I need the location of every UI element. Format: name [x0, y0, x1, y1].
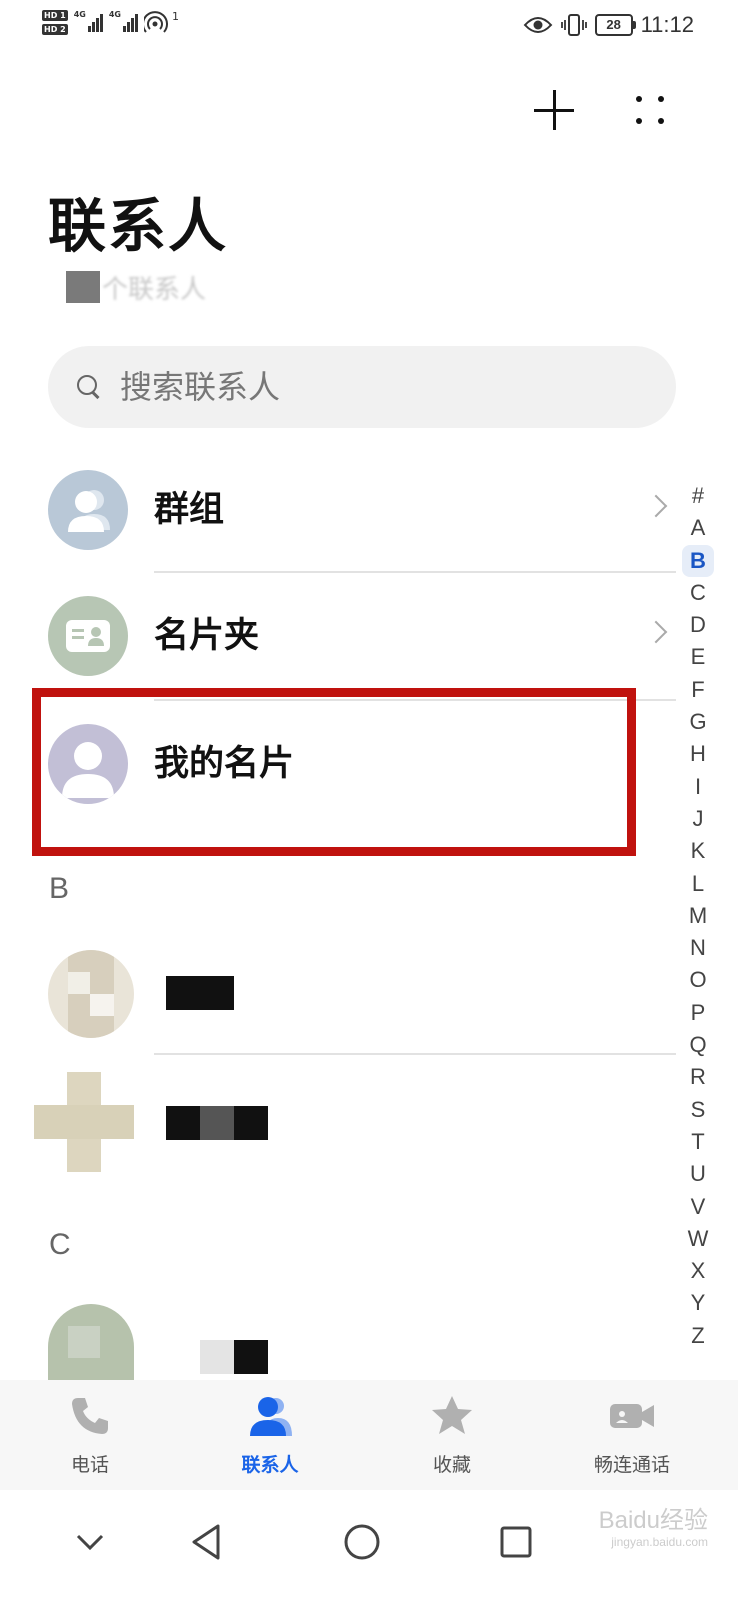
index-letter[interactable]: E	[682, 641, 714, 673]
redacted-name	[166, 976, 234, 1010]
redacted-name	[234, 1106, 268, 1140]
signal-1-icon: 4G	[74, 10, 103, 32]
tab-favorites-label: 收藏	[432, 1454, 471, 1476]
collapse-chevron-icon[interactable]	[60, 1512, 120, 1572]
index-letter[interactable]: C	[682, 577, 714, 609]
tab-contacts[interactable]: 联系人	[200, 1392, 340, 1488]
hotspot-count: 1	[171, 10, 179, 23]
redacted-name	[200, 1340, 234, 1374]
redacted-name	[166, 1106, 200, 1140]
phone-icon	[66, 1392, 114, 1440]
contacts-icon	[246, 1392, 294, 1440]
index-letter[interactable]: O	[682, 964, 714, 996]
section-header-b: B	[49, 872, 70, 905]
clock: 11:12	[640, 12, 694, 37]
card-holder-row[interactable]: 名片夹	[48, 572, 678, 700]
tab-contacts-label: 联系人	[241, 1454, 299, 1476]
back-icon[interactable]	[178, 1512, 238, 1572]
battery-icon: 28	[594, 14, 636, 36]
page-title: 联系人	[48, 192, 229, 260]
contact-count: 个联系人	[66, 270, 206, 305]
redacted-name	[200, 1106, 234, 1140]
status-right: 28 11:12	[523, 12, 694, 38]
tab-favorites[interactable]: 收藏	[382, 1392, 522, 1488]
search-bar[interactable]	[48, 346, 676, 428]
index-letter[interactable]: L	[682, 868, 714, 900]
highlight-box	[32, 688, 636, 856]
index-letter[interactable]: Q	[682, 1029, 714, 1061]
groups-label: 群组	[154, 490, 225, 530]
chevron-right-icon	[644, 620, 668, 644]
index-letter[interactable]: N	[682, 932, 714, 964]
index-letter[interactable]: X	[682, 1255, 714, 1287]
eye-icon	[523, 17, 552, 33]
more-options-icon[interactable]	[630, 92, 670, 132]
recents-icon[interactable]	[486, 1512, 546, 1572]
divider	[154, 1053, 676, 1055]
tab-meetime-label: 畅连通话	[593, 1454, 670, 1476]
chevron-right-icon	[644, 494, 668, 518]
sim2-indicator: HD 2	[42, 24, 68, 35]
index-letter[interactable]: U	[682, 1158, 714, 1190]
redacted-name	[234, 1340, 268, 1374]
hotspot-icon	[143, 11, 168, 33]
tab-phone-label: 电话	[70, 1454, 109, 1476]
video-call-icon	[608, 1392, 656, 1440]
section-header-c: C	[49, 1228, 71, 1261]
contact-avatar	[34, 1072, 134, 1172]
alphabet-index[interactable]: # A B C D E F G H I J K L M N O P Q R S T U V W X Y Z	[680, 480, 716, 1352]
contact-avatar	[48, 1304, 134, 1380]
status-left: HD 1 HD 2 4G 4G 1	[42, 10, 179, 35]
index-letter[interactable]: Z	[682, 1320, 714, 1352]
signal-2-icon: 4G	[109, 10, 138, 32]
index-letter[interactable]: J	[682, 803, 714, 835]
index-letter[interactable]: Y	[682, 1287, 714, 1319]
index-letter[interactable]: D	[682, 609, 714, 641]
tab-phone[interactable]: 电话	[20, 1392, 160, 1488]
redacted-count	[66, 271, 100, 303]
index-letter[interactable]: P	[682, 997, 714, 1029]
status-bar: HD 1 HD 2 4G 4G 1 28 11:12	[0, 0, 738, 56]
index-letter[interactable]: F	[682, 674, 714, 706]
search-icon	[76, 374, 102, 400]
watermark: Baidu经验 jingyan.baidu.com	[598, 1507, 708, 1549]
index-letter[interactable]: #	[682, 480, 714, 512]
index-letter[interactable]: B	[682, 544, 714, 577]
index-letter[interactable]: R	[682, 1061, 714, 1093]
groups-avatar-icon	[48, 470, 128, 550]
add-contact-button[interactable]	[532, 88, 576, 132]
sim1-indicator: HD 1	[42, 10, 68, 21]
card-holder-label: 名片夹	[154, 616, 260, 656]
index-letter[interactable]: I	[682, 771, 714, 803]
groups-row[interactable]: 群组	[48, 446, 678, 574]
index-letter[interactable]: S	[682, 1094, 714, 1126]
tab-meetime[interactable]: 畅连通话	[562, 1392, 702, 1488]
index-letter[interactable]: A	[682, 512, 714, 544]
index-letter[interactable]: K	[682, 835, 714, 867]
vibrate-icon	[560, 14, 587, 36]
index-letter[interactable]: V	[682, 1191, 714, 1223]
search-input[interactable]	[120, 368, 640, 406]
index-letter[interactable]: H	[682, 738, 714, 770]
bottom-nav: 电话 联系人 收藏 畅连通话	[0, 1380, 738, 1490]
card-holder-avatar-icon	[48, 596, 128, 676]
star-icon	[428, 1392, 476, 1440]
contact-avatar	[48, 950, 134, 1038]
index-letter[interactable]: T	[682, 1126, 714, 1158]
index-letter[interactable]: G	[682, 706, 714, 738]
index-letter[interactable]: M	[682, 900, 714, 932]
index-letter[interactable]: W	[682, 1223, 714, 1255]
home-icon[interactable]	[332, 1512, 392, 1572]
